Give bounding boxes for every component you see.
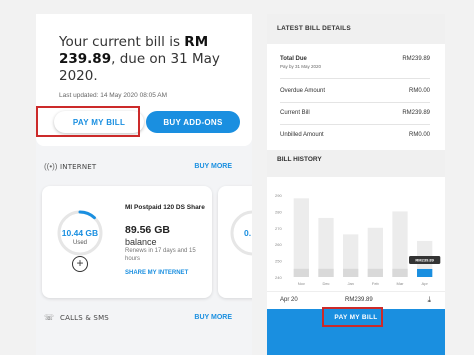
bill-end: . xyxy=(93,68,98,84)
renew-text: Renews in 17 days and 15 hours xyxy=(125,248,196,262)
history-bar[interactable] xyxy=(293,268,309,277)
internet-section-header: ((•)) INTERNET BUY MORE xyxy=(36,159,252,177)
bill-row-current: Current Bill RM239.89 xyxy=(280,110,430,128)
y-tick-label: 240 xyxy=(275,275,282,280)
x-tick-label: Dec xyxy=(322,281,329,286)
row-value: RM239.89 xyxy=(402,110,430,116)
balance-label: balance xyxy=(125,237,157,247)
bill-amount-value: 239.89 xyxy=(59,51,112,67)
plan-usage-card[interactable]: 10.44 GB Used + MI Postpaid 120 DS Share… xyxy=(42,186,212,298)
internet-label: INTERNET xyxy=(60,163,97,171)
bill-details-card: Total Due RM239.89 Pay by 31 May 2020 Ov… xyxy=(267,44,445,150)
highlight-box xyxy=(322,307,383,327)
bill-summary-card: Your current bill is RM 239.89, due on 3… xyxy=(36,14,252,146)
divider xyxy=(280,124,430,125)
row-value: RM0.00 xyxy=(408,132,430,138)
signal-icon: ((•)) xyxy=(44,162,58,171)
latest-bill-title: LATEST BILL DETAILS xyxy=(277,25,351,32)
row-label: Unbilled Amount xyxy=(280,132,324,138)
calls-section-header: ☏ CALLS & SMS BUY MORE xyxy=(36,310,252,328)
history-bar[interactable] xyxy=(417,268,433,277)
bill-prefix: Your current bill is xyxy=(59,34,185,50)
add-icon[interactable]: + xyxy=(72,256,88,272)
divider xyxy=(280,102,430,103)
y-tick-label: 270 xyxy=(275,226,282,231)
bill-row-unbilled: Unbilled Amount RM0.00 xyxy=(280,132,430,150)
row-value: RM0.00 xyxy=(408,88,430,94)
bill-row-overdue: Overdue Amount RM0.00 xyxy=(280,88,430,106)
y-tick-label: 290 xyxy=(275,193,282,198)
buy-addons-button[interactable]: BUY ADD-ONS xyxy=(146,111,240,133)
calls-label: CALLS & SMS xyxy=(60,314,109,322)
divider xyxy=(280,78,430,79)
row-value: RM239.89 xyxy=(402,56,430,62)
plan-usage-card-2[interactable]: 0. xyxy=(218,186,252,298)
balance-gb: 89.56 GB xyxy=(125,224,170,236)
latest-bill-header: LATEST BILL DETAILS xyxy=(267,14,445,36)
row-label: Total Due xyxy=(280,56,307,62)
bill-history-title: BILL HISTORY xyxy=(277,156,322,163)
footer-amount: RM239.89 xyxy=(345,297,373,303)
internet-buy-more-link[interactable]: BUY MORE xyxy=(194,163,232,170)
history-bar[interactable] xyxy=(343,268,359,277)
calls-buy-more-link[interactable]: BUY MORE xyxy=(194,314,232,321)
row-label: Current Bill xyxy=(280,110,310,116)
right-phone-screen: LATEST BILL DETAILS Total Due RM239.89 P… xyxy=(267,14,445,355)
history-bar[interactable] xyxy=(318,268,334,277)
history-bar-bg xyxy=(293,198,309,277)
x-tick-label: Mar xyxy=(397,281,405,286)
history-bar[interactable] xyxy=(367,268,383,277)
y-tick-label: 280 xyxy=(275,209,282,214)
y-tick-label: 260 xyxy=(275,242,282,247)
bill-mid: , due on xyxy=(111,51,171,67)
plan-name: MI Postpaid 120 DS Share xyxy=(125,204,205,211)
left-phone-screen: Your current bill is RM 239.89, due on 3… xyxy=(36,14,252,355)
phone-icon: ☏ xyxy=(44,313,55,322)
share-internet-link[interactable]: SHARE MY INTERNET xyxy=(125,270,188,276)
bill-history-svg: 290 280 270 260 250 240 Nov Dec Jan Feb Mar Apr RM23… xyxy=(275,193,441,286)
download-icon[interactable]: ⤓ xyxy=(427,295,431,305)
history-bar[interactable] xyxy=(392,268,408,277)
used-gb: 10.44 GB xyxy=(61,228,99,238)
row-label: Overdue Amount xyxy=(280,88,326,94)
partial-gb: 0. xyxy=(244,228,252,238)
highlight-box xyxy=(36,106,140,137)
x-tick-label: Feb xyxy=(372,281,380,286)
history-bar-bg xyxy=(392,211,408,277)
highlight-label: RM239.89 xyxy=(415,257,434,262)
x-tick-label: Apr xyxy=(422,281,429,286)
bill-amount-currency: RM xyxy=(184,34,209,50)
x-tick-label: Nov xyxy=(298,281,305,286)
footer-month: Apr 20 xyxy=(280,297,298,303)
bill-row-total: Total Due RM239.89 Pay by 31 May 2020 xyxy=(280,56,430,74)
last-updated-text: Last updated: 14 May 2020 08:05 AM xyxy=(59,92,168,99)
used-label: Used xyxy=(72,240,87,246)
row-sub: Pay by 31 May 2020 xyxy=(280,64,322,69)
bill-summary-text: Your current bill is RM 239.89, due on 3… xyxy=(59,34,244,85)
history-bar-bg xyxy=(318,217,334,277)
bill-history-chart: 290 280 270 260 250 240 Nov Dec Jan Feb Mar Apr RM23… xyxy=(267,177,445,304)
x-tick-label: Jan xyxy=(347,281,353,286)
y-tick-label: 250 xyxy=(275,259,282,264)
